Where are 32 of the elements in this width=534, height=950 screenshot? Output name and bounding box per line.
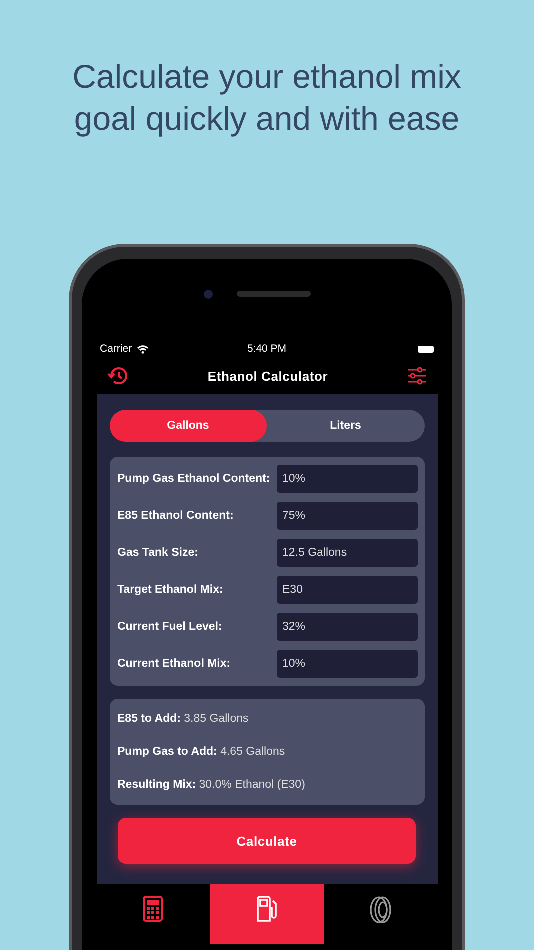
unit-tab[interactable]: Liters [267,410,424,442]
speaker-icon [236,291,310,297]
result-text: Resulting Mix: 30.0% Ethanol (E30) [118,779,306,791]
tab-bar-item[interactable] [210,884,324,944]
input-field[interactable]: E30 [276,576,418,604]
fuel-pump-icon [256,896,278,922]
field-label: Current Fuel Level: [118,621,222,633]
settings-icon[interactable] [407,367,427,385]
field-label: Current Ethanol Mix: [118,658,231,670]
input-field[interactable]: 10% [276,650,418,678]
calculator-icon [143,896,164,922]
result-text: Pump Gas to Add: 4.65 Gallons [118,746,286,758]
field-label: Target Ethanol Mix: [118,584,224,596]
camera-icon [204,290,212,298]
history-icon[interactable] [107,366,129,386]
tire-icon [370,896,392,924]
result-text: E85 to Add: 3.85 Gallons [118,713,250,725]
input-field[interactable]: 75% [276,502,418,530]
input-field[interactable]: 12.5 Gallons [276,539,418,567]
headline: Calculate your ethanol mix goal quickly and with ease [72,57,462,139]
battery-icon [418,346,434,352]
carrier-label: Carrier [100,343,132,355]
input-field[interactable]: 32% [276,613,418,641]
field-label: Pump Gas Ethanol Content: [118,473,270,485]
field-label: E85 Ethanol Content: [118,510,234,522]
unit-tab[interactable]: Gallons [110,410,267,442]
status-time: 5:40 PM [247,343,287,355]
nav-title: Ethanol Calculator [208,368,328,384]
field-label: Gas Tank Size: [118,547,198,559]
input-field[interactable]: 10% [276,465,418,493]
calculate-button[interactable]: Calculate [118,818,416,864]
wifi-icon [137,344,150,354]
